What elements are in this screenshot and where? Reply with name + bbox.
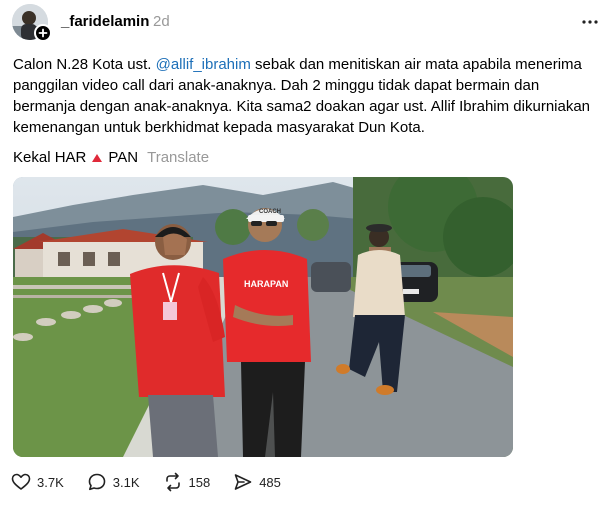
comment-icon (88, 473, 106, 491)
reply-button[interactable]: 3.1K (87, 472, 140, 492)
reply-count: 3.1K (112, 474, 140, 490)
post-actions: 3.7K 3.1K 158 485 (11, 472, 304, 492)
repost-icon (165, 472, 180, 492)
post-tags: Kekal HAR PAN Translate (13, 149, 209, 167)
cap-text: COACH (259, 209, 281, 215)
translate-link[interactable]: Translate (147, 149, 209, 167)
send-icon (234, 474, 252, 490)
post-photo[interactable]: COACH HARAPAN (13, 177, 513, 457)
more-horizontal-icon (582, 20, 598, 24)
post-timestamp[interactable]: 2d (153, 13, 170, 30)
shirt-text: HARAPAN (244, 279, 288, 289)
username[interactable]: _faridelamin (61, 13, 149, 30)
mention-link[interactable]: @allif_ibrahim (156, 56, 251, 73)
tag-right: PAN (108, 149, 139, 166)
share-count: 485 (259, 474, 281, 490)
thread-post: _faridelamin 2d Calon N.28 Kota ust. @al… (0, 0, 609, 506)
more-options-button[interactable] (580, 14, 600, 24)
like-count: 3.7K (37, 474, 64, 490)
follow-button[interactable] (34, 24, 52, 42)
caption-prefix: Calon N.28 Kota ust. (13, 56, 156, 73)
share-button[interactable]: 485 (233, 472, 281, 492)
heart-icon (11, 473, 31, 490)
plus-icon (38, 28, 48, 38)
triangle-icon (92, 153, 103, 162)
tag-left: Kekal HAR (13, 149, 87, 166)
repost-count: 158 (188, 474, 211, 490)
repost-button[interactable]: 158 (163, 472, 211, 492)
like-button[interactable]: 3.7K (11, 472, 64, 492)
post-caption: Calon N.28 Kota ust. @allif_ibrahim seba… (13, 54, 593, 138)
author-avatar-container[interactable] (12, 4, 52, 42)
